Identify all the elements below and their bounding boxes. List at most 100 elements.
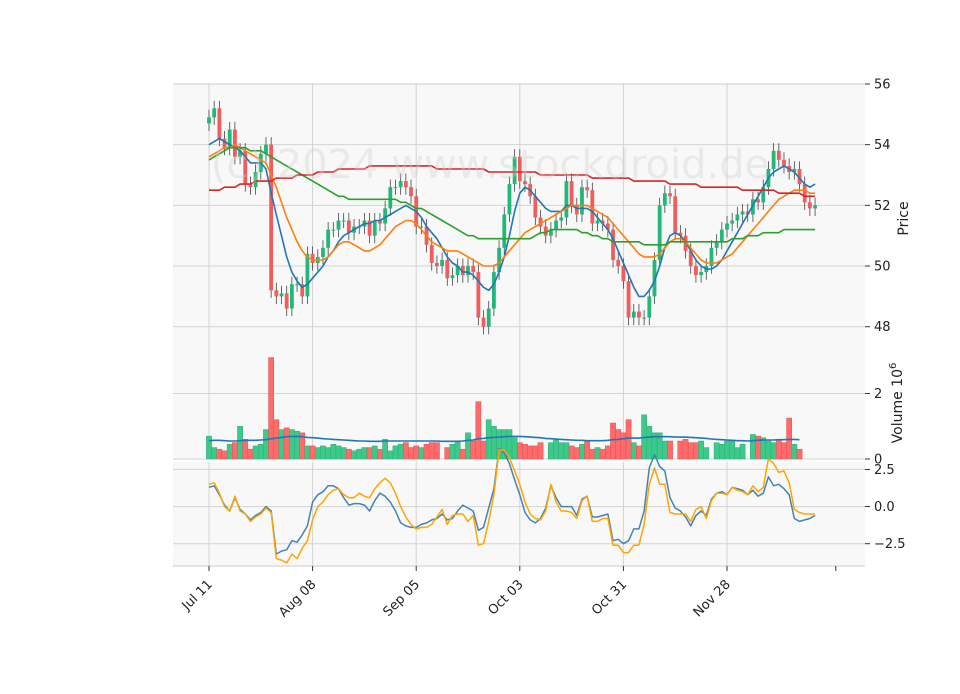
volume-bar [226,444,233,460]
volume-bar [346,448,352,460]
candle-body [284,293,289,309]
candle-body [782,159,786,166]
volume-bar [491,426,497,460]
oscillator-panel: 2.5 0.0 −2.5 [173,447,906,566]
price-tick-label: 54 [874,138,891,153]
candle-body [621,266,626,282]
watermark: (c) 2024 www.stockdroid.de [211,142,769,188]
volume-bar [646,426,653,460]
candle-body [719,229,724,242]
volume-bar [294,430,300,460]
candle-body [388,187,393,209]
volume-bar [610,422,616,460]
volume-bar [366,447,373,460]
volume-bar [724,440,730,460]
volume-bar [584,440,590,460]
volume-bar [620,432,627,460]
volume-bar [796,448,803,460]
volume-bar [237,426,243,460]
volume-bar [221,450,228,460]
candle-body [699,272,703,276]
volume-axis-label: Volume 106 [888,363,906,444]
volume-bar [605,445,611,460]
volume-bar [579,444,585,460]
price-tick-label: 56 [874,78,891,93]
price-tick-label: 50 [874,260,891,275]
volume-bar [325,447,331,460]
volume-bar [786,417,793,460]
volume-bar [713,442,720,460]
volume-bar [278,429,285,460]
candle-body [295,284,299,286]
volume-bar [397,444,404,460]
candle-body [813,205,817,209]
volume-bar [698,440,704,460]
volume-bar [289,429,295,460]
volume-bar [309,445,316,460]
volume-bar [423,444,430,460]
volume-bar [594,447,601,460]
candle-body [730,220,735,224]
candle-body [326,229,331,248]
candle-body [714,241,719,248]
volume-bar [408,447,414,460]
candle-body [481,317,486,327]
x-tick-label: Sep 05 [380,577,423,620]
volume-bar [734,447,741,460]
volume-bar [553,439,559,460]
volume-bar [781,442,787,460]
volume-bar [563,442,570,460]
oscillator-tick-label: 0.0 [874,500,895,515]
volume-bar [454,440,461,460]
volume-bar [667,440,673,460]
candle-body [802,184,807,203]
candle-body [289,284,294,309]
volume-bar [351,450,357,460]
candle-body [492,272,496,309]
volume-bar [382,439,388,460]
candle-body [321,247,325,257]
volume-bar [206,435,212,460]
volume-bar [791,444,798,460]
volume-bar [371,445,378,460]
volume-panel: 02 Volume 106 [173,351,906,468]
volume-tick-label: 2 [874,387,882,402]
volume-bar [257,444,264,460]
x-tick-label: Jul 11 [179,577,216,614]
volume-bar [402,442,409,460]
volume-bar [693,442,699,460]
price-panel: 48 50 52 54 56 Price [173,78,912,351]
volume-bar [739,444,746,460]
candle-body [331,229,336,231]
volume-bar [537,442,544,460]
x-tick-label: Nov 28 [691,577,734,620]
volume-bar [377,448,383,460]
candle-body [502,214,507,248]
candle-body [372,220,377,236]
volume-bar [216,448,223,460]
volume-bar [532,445,539,460]
volume-bar [511,437,518,460]
volume-bar [434,442,440,460]
volume-bar [718,444,725,460]
volume-bar [703,447,710,460]
candle-body [346,220,351,233]
volume-bar [485,419,492,460]
volume-bar [330,444,337,460]
candle-body [409,187,413,197]
candle-body [450,275,455,279]
volume-bar [475,401,482,460]
stock-chart: 48 50 52 54 56 Price 0 2 Volume 106 2.5 0.0 −2.5 … [0,0,960,690]
volume-bar [361,447,368,460]
volume-bar [444,447,451,460]
volume-bar [760,437,767,460]
candle-body [616,259,621,267]
candle-body [435,263,439,267]
volume-bar [677,440,684,460]
volume-bar [252,445,259,460]
volume-bar [247,448,254,460]
candle-body [647,296,652,318]
volume-bar [516,442,523,460]
volume-bar [687,442,694,460]
x-tick-label: Oct 31 [589,577,630,618]
